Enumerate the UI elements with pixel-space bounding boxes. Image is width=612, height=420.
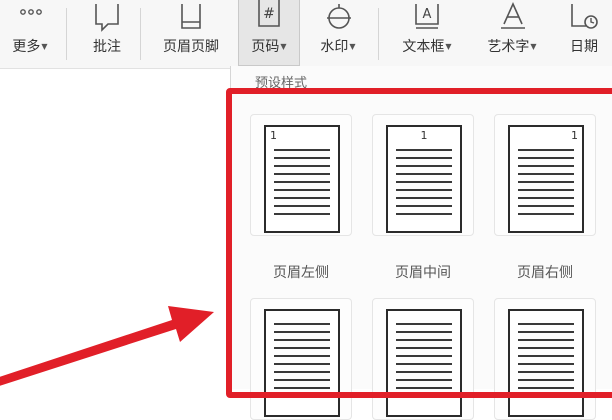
pointer-arrow-icon (0, 306, 214, 386)
